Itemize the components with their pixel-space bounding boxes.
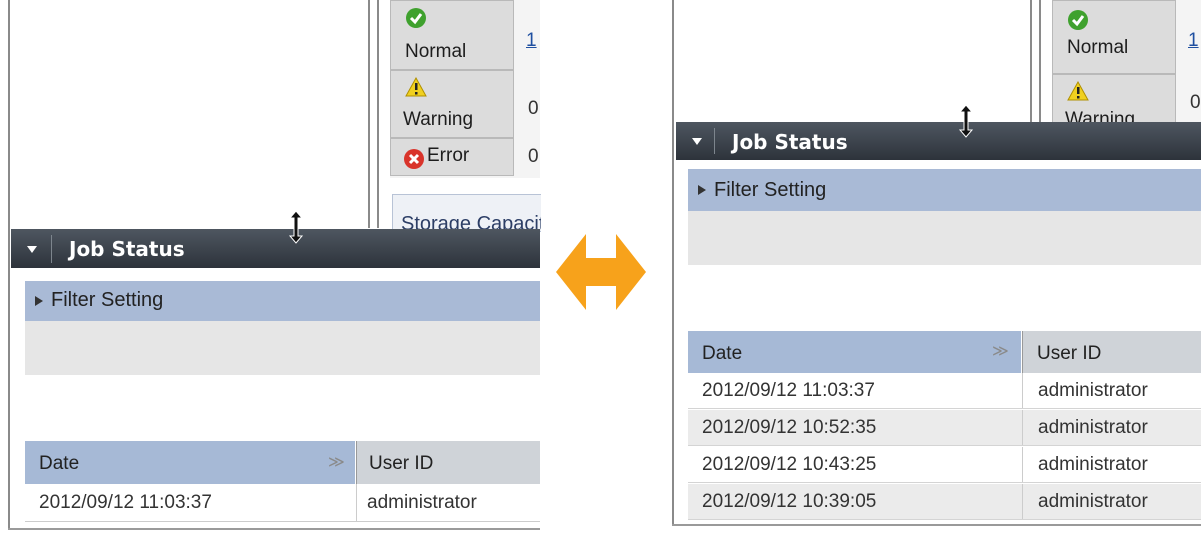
warning-triangle-icon	[405, 77, 427, 97]
splitter-line[interactable]	[1030, 0, 1032, 124]
resize-vertical-cursor-icon	[288, 210, 304, 244]
row-cell-divider	[1022, 447, 1023, 482]
table-row[interactable]: 2012/09/12 11:03:37 administrator	[25, 484, 540, 522]
row-date: 2012/09/12 11:03:37	[702, 380, 875, 401]
expand-triangle-icon[interactable]	[698, 185, 706, 195]
job-status-header[interactable]: Job Status	[676, 122, 1201, 160]
table-row[interactable]: 2012/09/12 11:03:37 administrator	[688, 373, 1201, 409]
header-separator	[714, 128, 715, 154]
header-separator	[51, 235, 52, 263]
storage-capacity-header: Storage Capacity	[392, 194, 541, 232]
job-status-title: Job Status	[69, 237, 185, 261]
after-panel: Normal 1 Warning 0 Job Status Filter Set…	[672, 0, 1201, 535]
status-normal-value[interactable]: 1	[1188, 30, 1199, 52]
table-row[interactable]: 2012/09/12 10:52:35 administrator	[688, 410, 1201, 446]
status-normal-cell: Normal	[1052, 0, 1176, 74]
row-cell-divider	[356, 484, 357, 521]
splitter-line-2	[377, 0, 379, 228]
job-status-title: Job Status	[732, 130, 848, 154]
sort-icon[interactable]: ≫	[992, 341, 1009, 361]
status-normal-value[interactable]: 1	[526, 30, 537, 52]
filter-setting-bar[interactable]: Filter Setting	[25, 281, 540, 321]
row-user: administrator	[1038, 491, 1148, 512]
row-cell-divider	[1022, 373, 1023, 408]
window-border-bottom	[8, 528, 540, 530]
sort-icon[interactable]: ≫	[328, 452, 345, 472]
status-error-label: Error	[427, 145, 470, 166]
filter-setting-bar[interactable]: Filter Setting	[688, 169, 1201, 211]
row-user: administrator	[367, 492, 477, 513]
error-x-icon	[404, 149, 424, 169]
column-header-date[interactable]: Date ≫	[688, 331, 1021, 373]
status-warning-value: 0	[528, 98, 539, 119]
before-panel: Normal 1 Warning 0 Error 0 Storage Capac…	[8, 0, 541, 535]
warning-triangle-icon	[1067, 81, 1089, 101]
row-user: administrator	[1038, 380, 1148, 401]
column-header-user-id[interactable]: User ID	[1022, 331, 1201, 373]
check-circle-icon	[406, 8, 426, 28]
splitter-line-2	[1039, 0, 1041, 124]
row-cell-divider	[1022, 484, 1023, 519]
check-circle-icon	[1068, 10, 1088, 30]
filter-setting-label: Filter Setting	[714, 179, 827, 201]
row-user: administrator	[1038, 454, 1148, 475]
column-header-user-id[interactable]: User ID	[356, 441, 540, 484]
status-warning-value: 0	[1190, 92, 1201, 113]
status-warning-cell: Warning	[1052, 74, 1176, 124]
table-row[interactable]: 2012/09/12 10:43:25 administrator	[688, 447, 1201, 483]
filter-content-area	[25, 321, 540, 375]
window-border-left	[672, 0, 674, 526]
status-warning-cell: Warning	[390, 70, 514, 138]
collapse-triangle-icon[interactable]	[27, 246, 37, 253]
double-arrow-icon	[556, 234, 646, 310]
row-date: 2012/09/12 10:52:35	[702, 417, 877, 438]
window-border-bottom	[672, 524, 1201, 526]
table-row[interactable]: 2012/09/12 10:39:05 administrator	[688, 484, 1201, 520]
filter-content-area	[688, 211, 1201, 265]
column-header-date[interactable]: Date ≫	[25, 441, 355, 484]
status-error-value: 0	[528, 146, 539, 167]
window-border-left	[8, 0, 10, 530]
status-table: Normal 1 Warning 0	[1052, 0, 1201, 124]
splitter-line[interactable]	[368, 0, 370, 228]
job-status-header[interactable]: Job Status	[11, 229, 540, 268]
row-user: administrator	[1038, 417, 1148, 438]
status-normal-label: Normal	[405, 41, 467, 62]
expand-triangle-icon[interactable]	[35, 296, 43, 306]
status-error-cell: Error	[390, 138, 514, 176]
status-table: Normal 1 Warning 0 Error 0	[390, 0, 540, 178]
status-normal-cell: Normal	[390, 0, 514, 70]
filter-setting-label: Filter Setting	[51, 289, 164, 311]
row-date: 2012/09/12 11:03:37	[39, 492, 212, 513]
collapse-triangle-icon[interactable]	[692, 138, 702, 145]
row-cell-divider	[1022, 410, 1023, 445]
resize-vertical-cursor-icon	[958, 104, 974, 138]
status-warning-label: Warning	[403, 109, 474, 130]
row-date: 2012/09/12 10:39:05	[702, 491, 877, 512]
status-normal-label: Normal	[1067, 37, 1129, 58]
row-date: 2012/09/12 10:43:25	[702, 454, 877, 475]
